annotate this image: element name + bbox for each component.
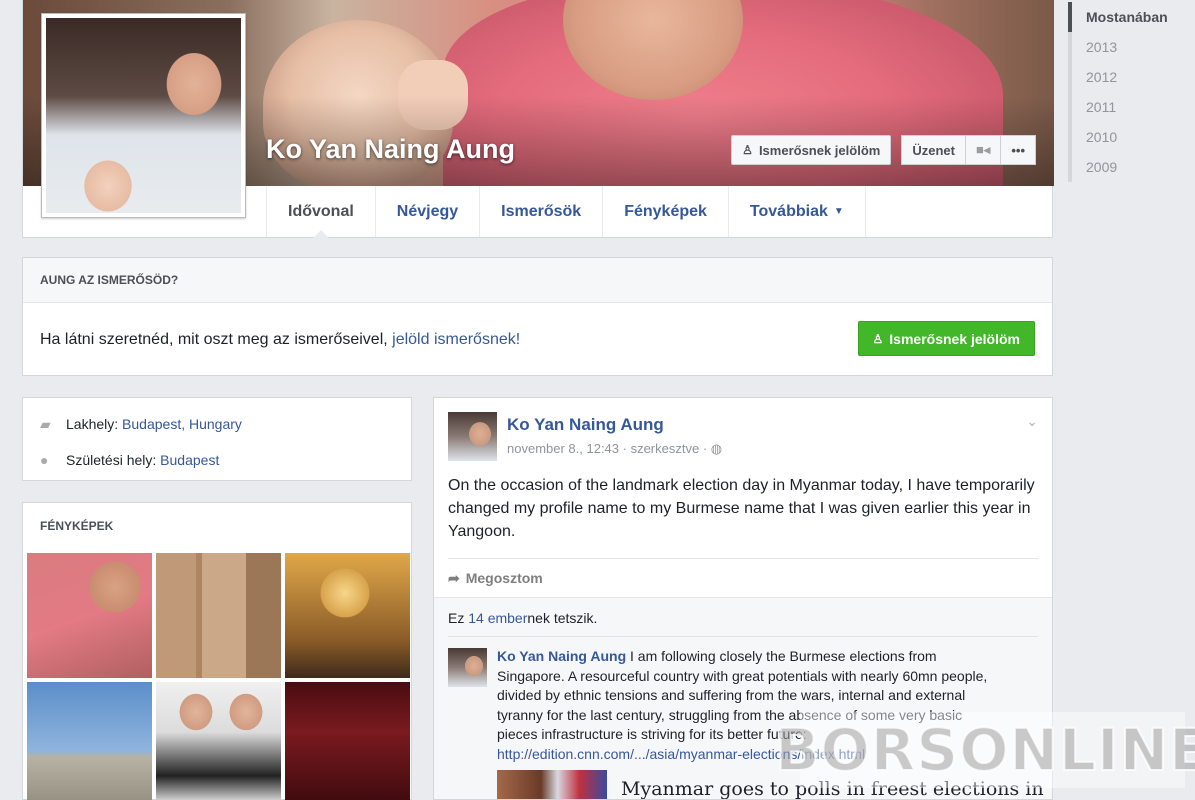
year-2012[interactable]: 2012 xyxy=(1068,62,1195,92)
comment-author-avatar[interactable] xyxy=(448,648,487,687)
birthplace-label: Születési hely: xyxy=(66,452,161,468)
chevron-down-icon[interactable]: ⌄ xyxy=(1026,413,1038,430)
more-button[interactable]: ••• xyxy=(1001,135,1036,165)
lives-in-link[interactable]: Budapest, Hungary xyxy=(122,416,242,432)
lives-in-row: ▰ Lakhely: Budapest, Hungary xyxy=(40,406,394,442)
friend-prompt-body: Ha látni szeretnéd, mit oszt meg az isme… xyxy=(23,303,1052,376)
birthplace-link[interactable]: Budapest xyxy=(160,452,219,468)
photo-thumbnail[interactable] xyxy=(285,682,410,800)
tab-about[interactable]: Névjegy xyxy=(374,186,479,237)
birthplace-row: ● Születési hely: Budapest xyxy=(40,442,394,478)
lives-in-label: Lakhely: xyxy=(66,416,123,432)
photo-thumbnail[interactable] xyxy=(285,553,410,678)
share-button[interactable]: Megosztom xyxy=(466,570,543,586)
profile-picture[interactable] xyxy=(41,13,246,218)
photos-card: FÉNYKÉPEK xyxy=(22,502,412,800)
video-camera-icon: ■◂ xyxy=(975,142,991,157)
post-author-avatar[interactable] xyxy=(448,412,497,461)
link-preview-thumbnail[interactable] xyxy=(497,770,607,799)
add-friend-label: Ismerősnek jelölöm xyxy=(758,142,881,158)
tab-more[interactable]: Továbbiak ▼ xyxy=(727,186,866,237)
add-friend-button[interactable]: ♙ Ismerősnek jelölöm xyxy=(731,135,892,165)
add-friend-icon: ♙ xyxy=(872,331,884,346)
profile-tabs: Idővonal Névjegy Ismerősök Fényképek Tov… xyxy=(266,186,866,238)
profile-picture-image xyxy=(46,18,241,213)
likes-prefix: Ez xyxy=(448,610,469,626)
location-pin-icon: ● xyxy=(40,452,49,468)
comment-author-name[interactable]: Ko Yan Naing Aung xyxy=(497,648,626,664)
profile-header: Ko Yan Naing Aung ♙ Ismerősnek jelölöm Ü… xyxy=(22,0,1054,238)
year-2009[interactable]: 2009 xyxy=(1068,152,1195,182)
add-friend-icon: ♙ xyxy=(742,143,753,157)
photo-thumbnail[interactable] xyxy=(27,553,152,678)
message-group: Üzenet ■◂ ••• xyxy=(901,135,1036,165)
intro-card: ▰ Lakhely: Budapest, Hungary ● Születési… xyxy=(22,397,412,481)
photo-grid xyxy=(27,553,410,800)
tab-more-label: Továbbiak xyxy=(749,202,828,220)
photo-thumbnail[interactable] xyxy=(27,682,152,800)
photo-thumbnail[interactable] xyxy=(156,682,281,800)
home-icon: ▰ xyxy=(40,415,51,432)
message-button[interactable]: Üzenet xyxy=(901,135,966,165)
photo-thumbnail[interactable] xyxy=(156,553,281,678)
tab-photos[interactable]: Fényképek xyxy=(602,186,728,237)
year-recent[interactable]: Mostanában xyxy=(1068,2,1195,32)
share-icon: ➦ xyxy=(448,569,460,586)
friend-prompt-text: Ha látni szeretnéd, mit oszt meg az isme… xyxy=(40,330,393,348)
likes-count-link[interactable]: 14 ember xyxy=(468,610,527,626)
post-author-name[interactable]: Ko Yan Naing Aung xyxy=(507,415,664,435)
tab-timeline[interactable]: Idővonal xyxy=(266,186,375,238)
friend-request-button[interactable]: ♙ Ismerősnek jelölöm xyxy=(857,321,1035,356)
profile-name[interactable]: Ko Yan Naing Aung xyxy=(266,134,515,165)
friend-request-label: Ismerősnek jelölöm xyxy=(889,330,1020,347)
watermark: BORSONLINE xyxy=(774,712,1195,788)
likes-suffix: nek tetszik. xyxy=(527,610,598,626)
caret-down-icon: ▼ xyxy=(833,206,844,217)
year-2010[interactable]: 2010 xyxy=(1068,122,1195,152)
tab-friends[interactable]: Ismerősök xyxy=(479,186,602,237)
cover-actions: ♙ Ismerősnek jelölöm Üzenet ■◂ ••• xyxy=(731,135,1036,165)
friend-prompt-heading: AUNG AZ ISMERŐSÖD? xyxy=(23,258,1052,303)
friend-prompt-link[interactable]: jelöld ismerősnek! xyxy=(392,331,520,349)
likes-summary: Ez 14 embernek tetszik. xyxy=(448,610,597,626)
year-2011[interactable]: 2011 xyxy=(1068,92,1195,122)
post-actions: ➦ Megosztom xyxy=(448,558,1038,597)
photos-heading[interactable]: FÉNYKÉPEK xyxy=(23,503,411,549)
post-text: On the occasion of the landmark election… xyxy=(448,477,1035,540)
divider xyxy=(448,636,1038,637)
video-call-button[interactable]: ■◂ xyxy=(965,135,1002,165)
globe-icon: ◍ xyxy=(710,441,723,456)
timeline-years: Mostanában 2013 2012 2011 2010 2009 xyxy=(1068,2,1195,182)
friend-prompt-card: AUNG AZ ISMERŐSÖD? Ha látni szeretnéd, m… xyxy=(22,257,1053,376)
post-meta: november 8., 12:43 · szerkesztve · ◍ xyxy=(507,441,722,457)
post-timestamp[interactable]: november 8., 12:43 · szerkesztve · xyxy=(507,441,711,456)
year-2013[interactable]: 2013 xyxy=(1068,32,1195,62)
